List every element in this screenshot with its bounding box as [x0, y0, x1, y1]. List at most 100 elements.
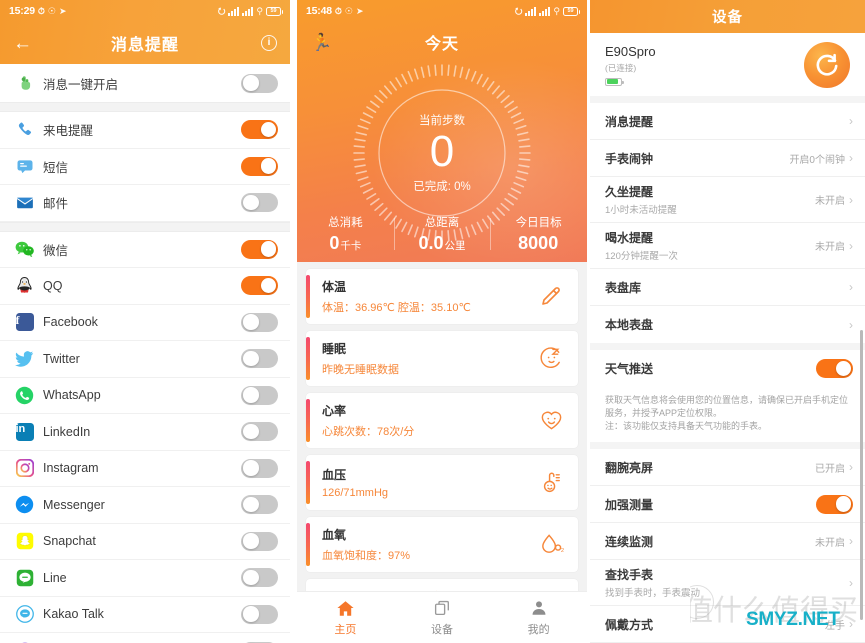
list-item-label: Instagram [43, 461, 99, 476]
list-item[interactable]: Instagram [0, 450, 290, 487]
setting-title: 翻腕亮屏 [605, 460, 654, 475]
health-card-temperature[interactable]: 体温 体温：36.96℃ 腔温：35.10℃ [306, 269, 578, 324]
device-summary[interactable]: E90Spro (已连接) [590, 33, 865, 96]
list-item-label: 消息一键开启 [43, 77, 119, 92]
toggle-switch[interactable] [241, 385, 278, 405]
tab-device[interactable]: 设备 [394, 592, 491, 643]
list-item[interactable]: 短信 [0, 148, 290, 185]
setting-row-continuous-monitoring[interactable]: 连续监测 未开启 › [590, 523, 865, 561]
toggle-switch[interactable] [816, 494, 853, 514]
tab-profile[interactable]: 我的 [490, 592, 587, 643]
list-item[interactable]: f Facebook [0, 304, 290, 341]
wifi-icon: ⚲ [256, 5, 263, 16]
list-item[interactable]: Messenger [0, 487, 290, 524]
tab-home[interactable]: 主页 [297, 592, 394, 643]
toggle-switch[interactable] [241, 312, 278, 332]
list-item[interactable]: Line [0, 560, 290, 597]
list-item-label: Line [43, 570, 67, 585]
page-title: 今天 [424, 36, 459, 53]
ring-caption: 当前步数 [419, 115, 465, 128]
list-item[interactable]: WhatsApp [0, 377, 290, 414]
setting-title: 喝水提醒 [605, 231, 654, 245]
section-divider [0, 221, 290, 232]
bottom-tab-bar: 主页 设备 我的 [297, 591, 587, 643]
list-item[interactable]: QQ [0, 268, 290, 305]
status-bar-right: ⭮ ⚲ 59 [218, 5, 283, 16]
list-item[interactable]: 消息一键开启 [0, 64, 290, 102]
toggle-switch[interactable] [241, 568, 278, 588]
health-card-sleep[interactable]: 睡眠 昨晚无睡眠数据 [306, 331, 578, 386]
back-arrow-icon[interactable]: ← [13, 34, 37, 53]
stat-label: 总距离 [424, 217, 460, 229]
setting-row-wearing-hand[interactable]: 佩戴方式 左手 › [590, 606, 865, 643]
setting-row-find-watch[interactable]: 查找手表 找到手表时，手表震动 › [590, 560, 865, 607]
toggle-switch[interactable] [241, 120, 278, 140]
chevron-right-icon: › [849, 317, 853, 332]
sync-icon: ⭮ [514, 5, 523, 16]
sms-icon [14, 156, 35, 177]
signal-1-icon [228, 6, 240, 16]
daily-stats: 总消耗 0千卡 总距离 0.0公里 今日目标 8000 [297, 214, 587, 254]
setting-row-watch-alarm[interactable]: 手表闹钟 开启0个闹钟 › [590, 140, 865, 177]
toggle-switch[interactable] [241, 276, 278, 296]
pencil-icon[interactable] [538, 284, 564, 310]
setting-row-enhanced-measurement[interactable]: 加强测量 [590, 486, 865, 524]
toggle-switch[interactable] [241, 239, 278, 259]
setting-row-sedentary-reminder[interactable]: 久坐提醒 1小时未活动提醒 未开启 › [590, 177, 865, 223]
toggle-switch[interactable] [241, 73, 278, 93]
health-card-blood-oxygen[interactable]: 血氧 血氧饱和度：97% 2 [306, 517, 578, 572]
list-item-label: 微信 [43, 243, 69, 258]
toggle-switch[interactable] [241, 156, 278, 176]
toggle-switch[interactable] [241, 604, 278, 624]
wifi-icon: ⚲ [553, 5, 560, 16]
signal-1-icon [525, 6, 537, 16]
toggle-switch[interactable] [241, 193, 278, 213]
list-item-label: WhatsApp [43, 388, 101, 403]
toggle-switch[interactable] [241, 458, 278, 478]
stat-label: 总消耗 [328, 217, 363, 229]
list-item[interactable]: Viber [0, 633, 290, 643]
setting-row-drink-water-reminder[interactable]: 喝水提醒 120分钟提醒一次 未开启 › [590, 223, 865, 269]
toggle-switch[interactable] [241, 495, 278, 515]
card-subtitle: 126/71mmHg [322, 487, 389, 499]
scrollbar[interactable] [860, 330, 863, 620]
section-divider [590, 343, 865, 350]
toggle-switch[interactable] [241, 349, 278, 369]
card-title: 体温 [322, 280, 347, 294]
list-item-label: Twitter [43, 351, 80, 366]
info-icon[interactable]: i [261, 35, 277, 51]
chevron-right-icon: › [849, 575, 853, 590]
health-card-heart-rate[interactable]: 心率 心跳次数：78次/分 [306, 393, 578, 448]
setting-row-message-reminder[interactable]: 消息提醒 › [590, 103, 865, 140]
location-icon: ➤ [58, 5, 67, 16]
setting-row-local-watchface[interactable]: 本地表盘 › [590, 306, 865, 343]
clock-icon: ☉ [344, 5, 353, 16]
list-item[interactable]: 微信 [0, 231, 290, 268]
list-item[interactable]: in LinkedIn [0, 414, 290, 451]
toggle-switch[interactable] [241, 531, 278, 551]
list-item[interactable]: Kakao Talk [0, 596, 290, 633]
list-item[interactable]: Snapchat [0, 523, 290, 560]
setting-row-weather-push[interactable]: 天气推送 [590, 350, 865, 387]
messenger-icon [14, 494, 35, 515]
health-card-blood-pressure[interactable]: 血压 126/71mmHg [306, 455, 578, 510]
list-item[interactable]: 来电提醒 [0, 112, 290, 149]
battery-icon [605, 77, 624, 86]
toggle-switch[interactable] [816, 359, 853, 378]
card-title: 血氧 [322, 528, 347, 542]
toggle-switch[interactable] [241, 422, 278, 442]
alarm-icon: ⏱ [37, 5, 45, 16]
setting-row-watchface-store[interactable]: 表盘库 › [590, 269, 865, 306]
ring-completion: 已完成: 0% [413, 180, 471, 193]
setting-row-raise-to-wake[interactable]: 翻腕亮屏 已开启 › [590, 449, 865, 487]
stat-distance: 总距离 0.0公里 [393, 214, 491, 254]
tab-label: 设备 [431, 624, 453, 636]
weather-note: 获取天气信息将会使用您的位置信息，请确保已开启手机定位服务，并授予APP定位权限… [590, 387, 865, 443]
list-item[interactable]: 邮件 [0, 185, 290, 222]
list-item[interactable]: Twitter [0, 341, 290, 378]
chevron-right-icon: › [849, 280, 853, 294]
setting-title: 本地表盘 [605, 318, 654, 332]
stat-goal: 今日目标 8000 [490, 214, 587, 254]
watch-face-icon[interactable] [804, 41, 850, 88]
list-item-label: 来电提醒 [43, 124, 94, 139]
